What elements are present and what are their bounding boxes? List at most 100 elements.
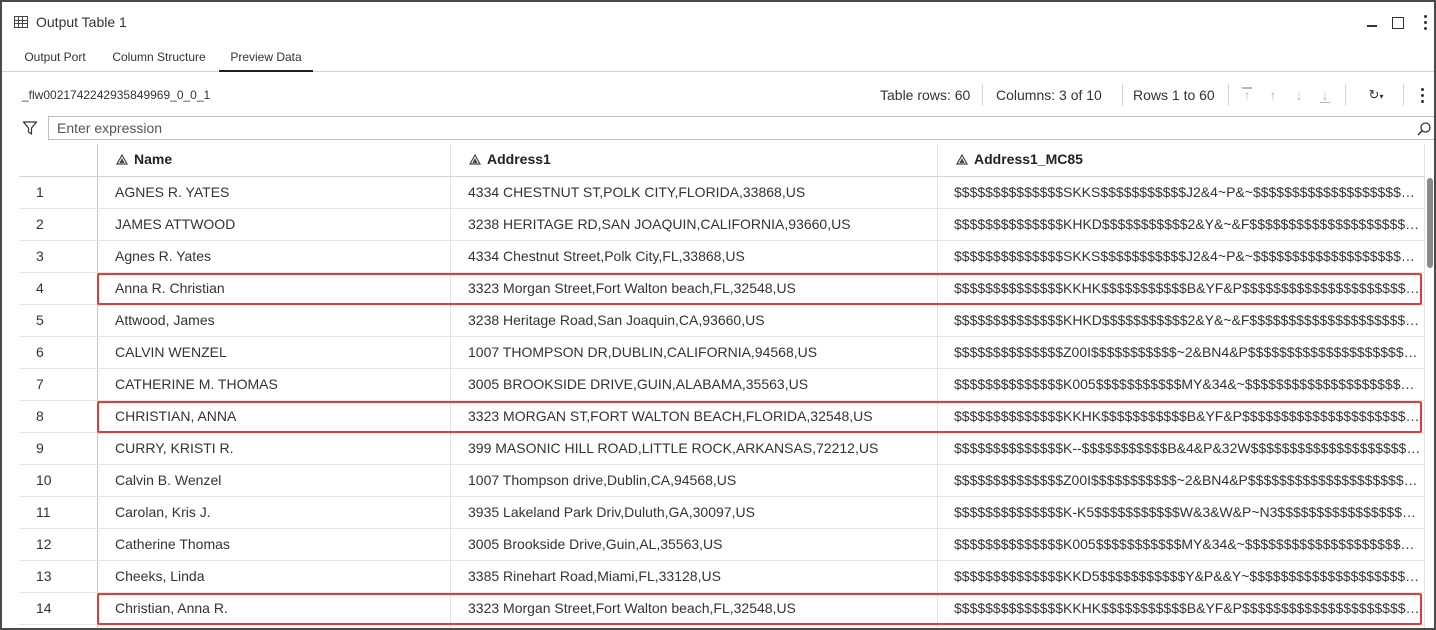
tab-preview-data[interactable]: Preview Data	[219, 42, 313, 72]
row-number: 2	[36, 216, 44, 232]
cell-address1: 3005 BROOKSIDE DRIVE,GUIN,ALABAMA,35563,…	[468, 376, 809, 392]
tab-column-structure[interactable]: Column Structure	[104, 42, 214, 72]
minimize-icon[interactable]	[1362, 12, 1382, 32]
column-header-address1-mc85[interactable]: Address1_MC85	[938, 144, 1424, 177]
row-number: 14	[36, 600, 52, 616]
cell-address1: 1007 Thompson drive,Dublin,CA,94568,US	[468, 472, 737, 488]
columns-count: Columns: 3 of 10	[996, 87, 1102, 103]
cell-address1: 4334 CHESTNUT ST,POLK CITY,FLORIDA,33868…	[468, 184, 806, 200]
cell-name: Anna R. Christian	[115, 280, 225, 296]
table-row[interactable]: 7 CATHERINE M. THOMAS 3005 BROOKSIDE DRIVE…	[19, 369, 1425, 401]
cell-address1: 3323 Morgan Street,Fort Walton beach,FL,…	[468, 600, 796, 616]
table-row[interactable]: 6 CALVIN WENZEL 1007 THOMPSON DR,DUBLIN,CA…	[19, 337, 1425, 369]
cell-name: CURRY, KRISTI R.	[115, 440, 234, 456]
vertical-scrollbar[interactable]	[1427, 178, 1433, 268]
cell-address1: 3238 Heritage Road,San Joaquin,CA,93660,…	[468, 312, 765, 328]
cell-address1: 1007 THOMPSON DR,DUBLIN,CALIFORNIA,94568…	[468, 344, 818, 360]
column-header-label: Address1_MC85	[974, 151, 1083, 167]
row-number: 11	[36, 504, 51, 520]
cell-address1: 3323 Morgan Street,Fort Walton beach,FL,…	[468, 280, 796, 296]
cell-address1-mc85: $$$$$$$$$$$$$$K--$$$$$$$$$$$B&4&P&32W$$$…	[954, 440, 1422, 456]
text-type-icon	[956, 154, 968, 165]
text-type-icon	[469, 154, 481, 165]
row-number: 4	[36, 280, 44, 296]
cell-address1-mc85: $$$$$$$$$$$$$$Z00I$$$$$$$$$$$~2&BN4&P$$$…	[954, 472, 1422, 488]
refresh-icon[interactable]: ↻▾	[1362, 86, 1390, 104]
table-row[interactable]: 8 CHRISTIAN, ANNA 3323 MORGAN ST,FORT WALT…	[19, 401, 1425, 433]
cell-name: CHRISTIAN, ANNA	[115, 408, 237, 424]
cell-address1-mc85: $$$$$$$$$$$$$$KKHK$$$$$$$$$$$B&YF&P$$$$$…	[954, 280, 1422, 296]
filter-row	[2, 114, 1434, 144]
title-bar: Output Table 1	[2, 2, 1434, 42]
cell-name: Attwood, James	[115, 312, 215, 328]
cell-name: Agnes R. Yates	[115, 248, 211, 264]
page-down-icon[interactable]: ↓	[1291, 86, 1307, 104]
data-grid: Name Address1 Address1_MC85 1 AGNES R. YA…	[19, 144, 1425, 628]
row-number: 12	[36, 536, 52, 552]
table-rows-count: Table rows: 60	[880, 87, 971, 103]
column-header-label: Name	[134, 151, 173, 167]
cell-address1: 399 MASONIC HILL ROAD,LITTLE ROCK,ARKANS…	[468, 440, 879, 456]
cell-name: Christian, Anna R.	[115, 600, 228, 616]
tab-output-port[interactable]: Output Port	[14, 42, 96, 72]
divider	[1228, 84, 1229, 106]
table-row[interactable]: 5 Attwood, James 3238 Heritage Road,San Jo…	[19, 305, 1425, 337]
first-page-icon[interactable]: ↑	[1239, 86, 1255, 104]
divider	[982, 84, 983, 106]
table-icon	[14, 16, 28, 28]
divider	[1122, 84, 1123, 106]
cell-address1-mc85: $$$$$$$$$$$$$$KHKD$$$$$$$$$$$2&Y&~&F$$$$…	[954, 216, 1422, 232]
cell-name: AGNES R. YATES	[115, 184, 230, 200]
row-number: 3	[36, 248, 44, 264]
cell-name: Carolan, Kris J.	[115, 504, 211, 520]
more-vertical-icon[interactable]	[1413, 86, 1433, 106]
divider	[1403, 84, 1404, 106]
table-row[interactable]: 2 JAMES ATTWOOD 3238 HERITAGE RD,SAN JOAQU…	[19, 209, 1425, 241]
table-row[interactable]: 3 Agnes R. Yates 4334 Chestnut Street,Polk…	[19, 241, 1425, 273]
search-icon[interactable]	[1416, 121, 1432, 137]
window-title: Output Table 1	[36, 14, 127, 30]
table-row[interactable]: 10 Calvin B. Wenzel 1007 Thompson drive,Du…	[19, 465, 1425, 497]
last-page-icon[interactable]: ↓	[1317, 86, 1333, 104]
row-number: 5	[36, 312, 44, 328]
cell-name: Catherine Thomas	[115, 536, 230, 552]
cell-address1-mc85: $$$$$$$$$$$$$$SKKS$$$$$$$$$$$J2&4~P&~$$$…	[954, 184, 1422, 200]
table-row[interactable]: 9 CURRY, KRISTI R. 399 MASONIC HILL ROAD,L…	[19, 433, 1425, 465]
cell-address1-mc85: $$$$$$$$$$$$$$KKHK$$$$$$$$$$$B&YF&P$$$$$…	[954, 600, 1422, 616]
divider	[1345, 84, 1346, 106]
text-type-icon	[116, 154, 128, 165]
page-up-icon[interactable]: ↑	[1265, 86, 1281, 104]
cell-address1: 3005 Brookside Drive,Guin,AL,35563,US	[468, 536, 723, 552]
table-row[interactable]: 14 Christian, Anna R. 3323 Morgan Street,F…	[19, 593, 1425, 625]
filter-icon[interactable]	[22, 120, 38, 136]
cell-name: CALVIN WENZEL	[115, 344, 227, 360]
column-header-address1[interactable]: Address1	[451, 144, 937, 177]
cell-address1-mc85: $$$$$$$$$$$$$$KKHK$$$$$$$$$$$B&YF&P$$$$$…	[954, 408, 1422, 424]
row-number: 6	[36, 344, 44, 360]
column-header-label: Address1	[487, 151, 551, 167]
cell-address1: 3238 HERITAGE RD,SAN JOAQUIN,CALIFORNIA,…	[468, 216, 851, 232]
row-number: 1	[36, 184, 44, 200]
cell-name: JAMES ATTWOOD	[115, 216, 236, 232]
column-header-name[interactable]: Name	[98, 144, 450, 177]
cell-address1: 3385 Rinehart Road,Miami,FL,33128,US	[468, 568, 721, 584]
table-row[interactable]: 12 Catherine Thomas 3005 Brookside Drive,G…	[19, 529, 1425, 561]
tab-bar: Output Port Column Structure Preview Dat…	[2, 42, 1434, 72]
cell-name: Calvin B. Wenzel	[115, 472, 222, 488]
more-vertical-icon[interactable]	[1416, 12, 1434, 32]
table-row[interactable]: 13 Cheeks, Linda 3385 Rinehart Road,Miami,…	[19, 561, 1425, 593]
cell-name: Cheeks, Linda	[115, 568, 205, 584]
output-table-window: Output Table 1 Output Port Column Struct…	[0, 0, 1436, 630]
maximize-icon[interactable]	[1387, 12, 1407, 32]
table-row[interactable]: 11 Carolan, Kris J. 3935 Lakeland Park Dri…	[19, 497, 1425, 529]
expression-input[interactable]	[48, 116, 1434, 140]
cell-address1: 3935 Lakeland Park Driv,Duluth,GA,30097,…	[468, 504, 755, 520]
table-row[interactable]: 1 AGNES R. YATES 4334 CHESTNUT ST,POLK CIT…	[19, 177, 1425, 209]
cell-address1-mc85: $$$$$$$$$$$$$$KHKD$$$$$$$$$$$2&Y&~&F$$$$…	[954, 312, 1422, 328]
row-number: 9	[36, 440, 44, 456]
cell-address1-mc85: $$$$$$$$$$$$$$KKD5$$$$$$$$$$$Y&P&&Y~$$$$…	[954, 568, 1422, 584]
table-name: _flw0021742242935849969_0_0_1	[22, 88, 211, 102]
table-row[interactable]: 4 Anna R. Christian 3323 Morgan Street,For…	[19, 273, 1425, 305]
row-number: 8	[36, 408, 44, 424]
row-number: 7	[36, 376, 44, 392]
